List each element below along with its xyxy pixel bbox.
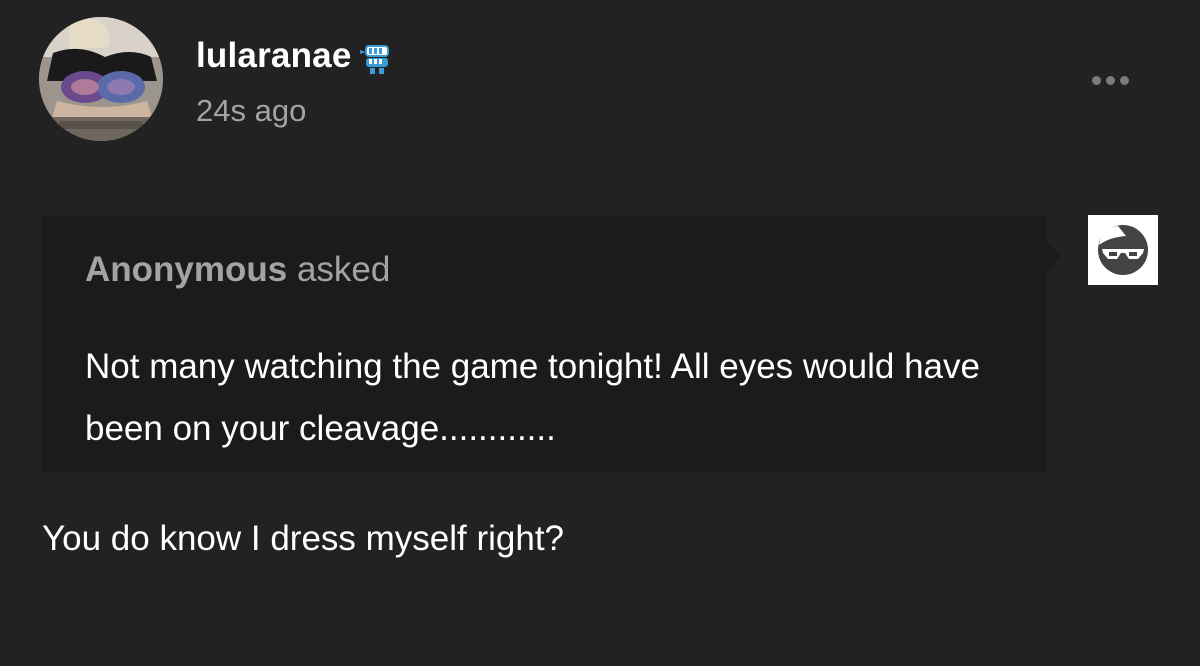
more-options-ellipsis-icon [1091, 75, 1101, 85]
more-options-ellipsis-icon [1119, 75, 1129, 85]
more-options-ellipsis-icon [1105, 75, 1115, 85]
asked-label: asked [287, 250, 391, 289]
user-avatar[interactable] [39, 17, 163, 141]
ask-bubble: Anonymous asked Not many watching the ga… [41, 216, 1047, 472]
asker-avatar[interactable] [1088, 215, 1158, 285]
answer-text: You do know I dress myself right? [42, 519, 565, 558]
asker-line: Anonymous asked [85, 250, 390, 290]
user-avatar-image [39, 17, 163, 141]
more-options-button[interactable] [1080, 68, 1140, 92]
question-text: Not many watching the game tonight! All … [85, 347, 980, 448]
sunglasses-face-icon [1098, 225, 1148, 275]
post-timestamp[interactable]: 24s ago [196, 93, 306, 129]
username[interactable]: lularanae [196, 36, 352, 76]
blue-chattering-teeth-icon [359, 40, 396, 76]
asker-name: Anonymous [85, 250, 288, 289]
ask-bubble-pointer [1045, 239, 1061, 275]
